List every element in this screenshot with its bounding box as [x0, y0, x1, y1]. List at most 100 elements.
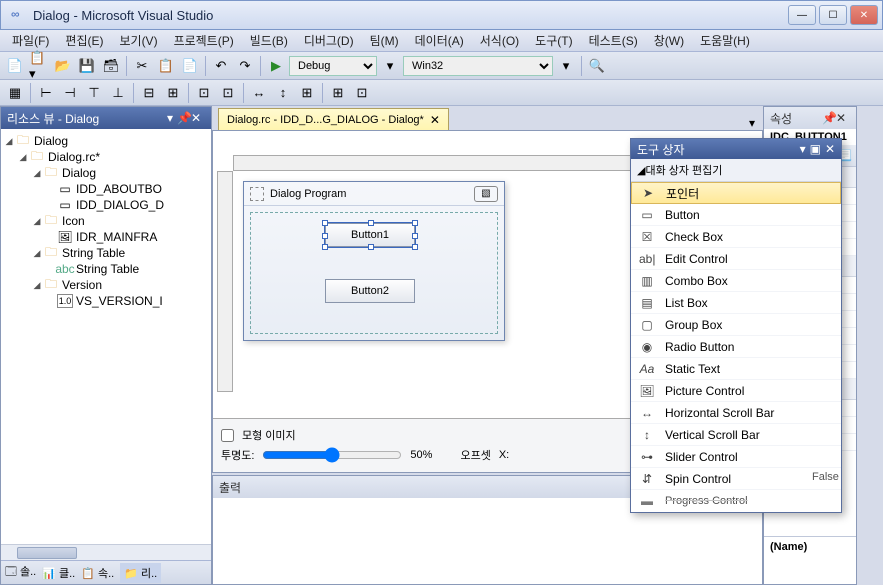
dialog-body[interactable]: Button1 Button2: [250, 212, 498, 334]
window-position-icon[interactable]: ▣: [810, 142, 821, 156]
resize-handle[interactable]: [368, 244, 374, 250]
open-button[interactable]: 📂: [52, 55, 74, 77]
tab-2[interactable]: 📊 클..: [42, 565, 75, 581]
resize-handle[interactable]: [322, 244, 328, 250]
toolbox-item-picture[interactable]: 🖼Picture Control: [631, 380, 841, 402]
space-across-button[interactable]: ⊡: [193, 82, 215, 104]
config-select[interactable]: Debug: [289, 56, 377, 76]
menu-team[interactable]: 팀(M): [362, 29, 407, 52]
tree-stringtable-folder[interactable]: ◢🗀String Table: [3, 245, 209, 261]
center-horizontal-button[interactable]: ⊟: [138, 82, 160, 104]
config-dropdown[interactable]: ▾: [379, 55, 401, 77]
tab-dropdown-icon[interactable]: ▾: [749, 116, 755, 130]
expander-icon[interactable]: ◢: [31, 167, 43, 179]
menu-tools[interactable]: 도구(T): [527, 29, 580, 52]
toolbox-item-listbox[interactable]: ▤List Box: [631, 292, 841, 314]
tree-idd-dialog[interactable]: ▭IDD_DIALOG_D: [3, 197, 209, 213]
cut-button[interactable]: ✂: [131, 55, 153, 77]
start-button[interactable]: ▶: [265, 55, 287, 77]
menu-edit[interactable]: 편집(E): [57, 29, 111, 52]
same-height-button[interactable]: ↕: [272, 82, 294, 104]
toolbox-section[interactable]: ◢ 대화 상자 편집기: [631, 159, 841, 182]
test-dialog-button[interactable]: ▦: [4, 82, 26, 104]
tree-version-folder[interactable]: ◢🗀Version: [3, 277, 209, 293]
paste-button[interactable]: 📄: [179, 55, 201, 77]
save-button[interactable]: 💾: [76, 55, 98, 77]
resize-handle[interactable]: [322, 233, 328, 239]
resize-handle[interactable]: [412, 220, 418, 226]
toolbox-item-groupbox[interactable]: ▢Group Box: [631, 314, 841, 336]
menu-window[interactable]: 창(W): [646, 29, 692, 52]
toolbox-item-spin[interactable]: ⇵Spin Control: [631, 468, 841, 490]
toolbox-item-vscroll[interactable]: ↕Vertical Scroll Bar: [631, 424, 841, 446]
expander-icon[interactable]: ◢: [17, 151, 29, 163]
toolbox-item-combo[interactable]: ▥Combo Box: [631, 270, 841, 292]
resize-handle[interactable]: [412, 233, 418, 239]
tree-vs-version[interactable]: 1.0VS_VERSION_I: [3, 293, 209, 309]
button1-control[interactable]: Button1: [325, 223, 415, 247]
close-button[interactable]: ✕: [850, 5, 878, 25]
menu-project[interactable]: 프로젝트(P): [166, 29, 242, 52]
toolbox-item-button[interactable]: ▭Button: [631, 204, 841, 226]
editor-tab[interactable]: Dialog.rc - IDD_D...G_DIALOG - Dialog* ✕: [218, 108, 449, 130]
same-size-button[interactable]: ⊞: [296, 82, 318, 104]
toggle-grid-button[interactable]: ⊞: [327, 82, 349, 104]
toolbox-item-static[interactable]: AaStatic Text: [631, 358, 841, 380]
align-left-button[interactable]: ⊢: [35, 82, 57, 104]
menu-debug[interactable]: 디버그(D): [296, 29, 362, 52]
toolbox-header[interactable]: 도구 상자 ▾ ▣ ✕: [631, 139, 841, 159]
undo-button[interactable]: ↶: [210, 55, 232, 77]
close-icon[interactable]: ✕: [825, 142, 835, 156]
expander-icon[interactable]: ◢: [31, 247, 43, 259]
toolbox-item-hscroll[interactable]: ↔Horizontal Scroll Bar: [631, 402, 841, 424]
toolbox-item-slider[interactable]: ⊶Slider Control: [631, 446, 841, 468]
tab-4[interactable]: 📁 리..: [120, 563, 161, 583]
toggle-guides-button[interactable]: ⊡: [351, 82, 373, 104]
close-tab-icon[interactable]: ✕: [430, 113, 440, 127]
dropdown-icon[interactable]: ▾: [167, 111, 173, 125]
dialog-close-button[interactable]: ▧: [474, 186, 498, 202]
tree-idr-mainframe[interactable]: 🖼IDR_MAINFRA: [3, 229, 209, 245]
menu-test[interactable]: 테스트(S): [581, 29, 646, 52]
dialog-design-surface[interactable]: Dialog Program ▧ Button1: [243, 181, 505, 341]
menu-data[interactable]: 데이터(A): [407, 29, 472, 52]
pin-icon[interactable]: 📌: [822, 111, 836, 125]
model-image-checkbox[interactable]: [221, 429, 234, 442]
expander-icon[interactable]: ◢: [31, 279, 43, 291]
tree-stringtable[interactable]: abcString Table: [3, 261, 209, 277]
space-down-button[interactable]: ⊡: [217, 82, 239, 104]
close-icon[interactable]: ✕: [191, 111, 205, 125]
tree-dialog-folder[interactable]: ◢🗀Dialog: [3, 165, 209, 181]
align-top-button[interactable]: ⊤: [83, 82, 105, 104]
menu-build[interactable]: 빌드(B): [242, 29, 296, 52]
center-vertical-button[interactable]: ⊞: [162, 82, 184, 104]
expander-icon[interactable]: ◢: [3, 135, 15, 147]
resize-handle[interactable]: [322, 220, 328, 226]
menu-help[interactable]: 도움말(H): [692, 29, 758, 52]
horizontal-scrollbar[interactable]: [1, 544, 211, 560]
save-all-button[interactable]: 🗃: [100, 55, 122, 77]
redo-button[interactable]: ↷: [234, 55, 256, 77]
platform-select[interactable]: Win32: [403, 56, 553, 76]
pin-icon[interactable]: 📌: [177, 111, 191, 125]
tab-3[interactable]: 📋 속..: [81, 565, 114, 581]
toolbox-item-edit[interactable]: ab|Edit Control: [631, 248, 841, 270]
opacity-slider[interactable]: [262, 448, 402, 462]
new-project-button[interactable]: 📄: [4, 55, 26, 77]
find-button[interactable]: 🔍: [586, 55, 608, 77]
expander-icon[interactable]: ◢: [31, 215, 43, 227]
toolbox-item-progress[interactable]: ▬Progress Control: [631, 490, 841, 512]
align-bottom-button[interactable]: ⊥: [107, 82, 129, 104]
button2-control[interactable]: Button2: [325, 279, 415, 303]
minimize-button[interactable]: —: [788, 5, 816, 25]
menu-view[interactable]: 보기(V): [111, 29, 165, 52]
dropdown-icon[interactable]: ▾: [800, 142, 806, 156]
menu-format[interactable]: 서식(O): [472, 29, 527, 52]
tab-1[interactable]: 🗔 솔..: [5, 563, 36, 582]
same-width-button[interactable]: ↔: [248, 82, 270, 104]
tree-rc[interactable]: ◢🗀Dialog.rc*: [3, 149, 209, 165]
resize-handle[interactable]: [368, 220, 374, 226]
toolbox-item-radio[interactable]: ◉Radio Button: [631, 336, 841, 358]
maximize-button[interactable]: ☐: [819, 5, 847, 25]
scroll-thumb[interactable]: [17, 547, 77, 559]
